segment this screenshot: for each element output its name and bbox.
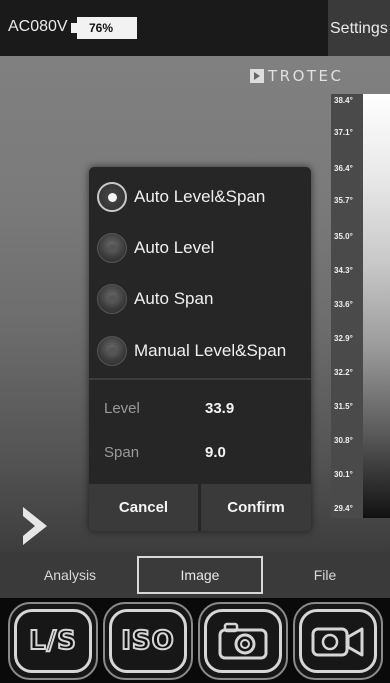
dialog-divider — [89, 378, 311, 380]
device-label: AC080V — [8, 18, 68, 35]
span-label: Span — [104, 444, 140, 461]
scale-label: 30.1° — [334, 470, 353, 479]
option-auto-span[interactable]: Auto Span — [89, 275, 311, 323]
option-label: Manual Level&Span — [134, 341, 287, 360]
level-label: Level — [104, 400, 140, 417]
tab-image[interactable]: Image — [137, 556, 263, 594]
radio-button[interactable] — [97, 284, 127, 314]
scale-label: 36.4° — [334, 164, 353, 173]
option-auto-level-span[interactable]: Auto Level&Span — [89, 173, 311, 221]
video-camera-icon — [299, 609, 377, 673]
level-span-button[interactable]: L/S — [8, 602, 98, 680]
span-row: Span 9.0 — [89, 433, 311, 473]
radio-dot — [107, 346, 117, 356]
scale-label: 37.1° — [334, 128, 353, 137]
video-record-button[interactable] — [293, 602, 383, 680]
radio-dot — [107, 294, 117, 304]
scale-gradient-bar — [363, 94, 390, 518]
bottom-tabs: Analysis Image File — [0, 552, 390, 598]
option-label: Auto Level&Span — [134, 187, 266, 206]
level-span-icon: L/S — [14, 609, 92, 673]
logo-text: TROTEC — [268, 67, 344, 85]
radio-dot — [107, 192, 117, 202]
scale-label: 32.9° — [334, 334, 353, 343]
logo-mark-icon — [250, 69, 264, 83]
scale-labels: 38.4° 37.1° 36.4° 35.7° 35.0° 34.3° 33.6… — [331, 94, 363, 518]
trotec-logo: TROTEC — [250, 67, 344, 85]
level-span-dialog: Auto Level&Span Auto Level Auto Span Man… — [89, 167, 311, 531]
level-row: Level 33.9 — [89, 389, 311, 429]
expand-arrow-icon[interactable] — [20, 505, 50, 547]
scale-label: 31.5° — [334, 402, 353, 411]
option-label: Auto Span — [134, 289, 214, 308]
temperature-scale: 38.4° 37.1° 36.4° 35.7° 35.0° 34.3° 33.6… — [331, 94, 390, 518]
scale-label: 38.4° — [334, 96, 353, 105]
battery-percent: 76% — [89, 21, 114, 35]
scale-label: 35.0° — [334, 232, 353, 241]
level-value[interactable]: 33.9 — [205, 400, 234, 417]
photo-capture-button[interactable] — [198, 602, 288, 680]
scale-label: 35.7° — [334, 196, 353, 205]
level-span-text: L/S — [28, 625, 77, 657]
radio-button[interactable] — [97, 182, 127, 212]
scale-label: 32.2° — [334, 368, 353, 377]
status-bar: AC080V 76% Settings — [0, 0, 390, 56]
radio-dot — [107, 243, 117, 253]
tab-file[interactable]: File — [260, 556, 390, 594]
battery-cap — [71, 23, 77, 33]
span-value[interactable]: 9.0 — [205, 444, 226, 461]
option-auto-level[interactable]: Auto Level — [89, 224, 311, 272]
cancel-button[interactable]: Cancel — [89, 484, 198, 531]
battery-indicator: 76% — [71, 17, 137, 39]
option-manual-level-span[interactable]: Manual Level&Span — [89, 327, 311, 375]
settings-button[interactable]: Settings — [328, 0, 390, 56]
iso-icon: ISO — [109, 609, 187, 673]
scale-label: 30.8° — [334, 436, 353, 445]
iso-text: ISO — [120, 625, 175, 657]
option-label: Auto Level — [134, 238, 215, 257]
photo-camera-icon — [204, 609, 282, 673]
scale-label: 29.4° — [334, 504, 353, 513]
radio-button[interactable] — [97, 233, 127, 263]
scale-label: 33.6° — [334, 300, 353, 309]
action-bar: L/S ISO — [0, 598, 390, 683]
radio-button[interactable] — [97, 336, 127, 366]
scale-label: 34.3° — [334, 266, 353, 275]
tab-analysis[interactable]: Analysis — [0, 556, 140, 594]
iso-button[interactable]: ISO — [103, 602, 193, 680]
confirm-button[interactable]: Confirm — [201, 484, 311, 531]
